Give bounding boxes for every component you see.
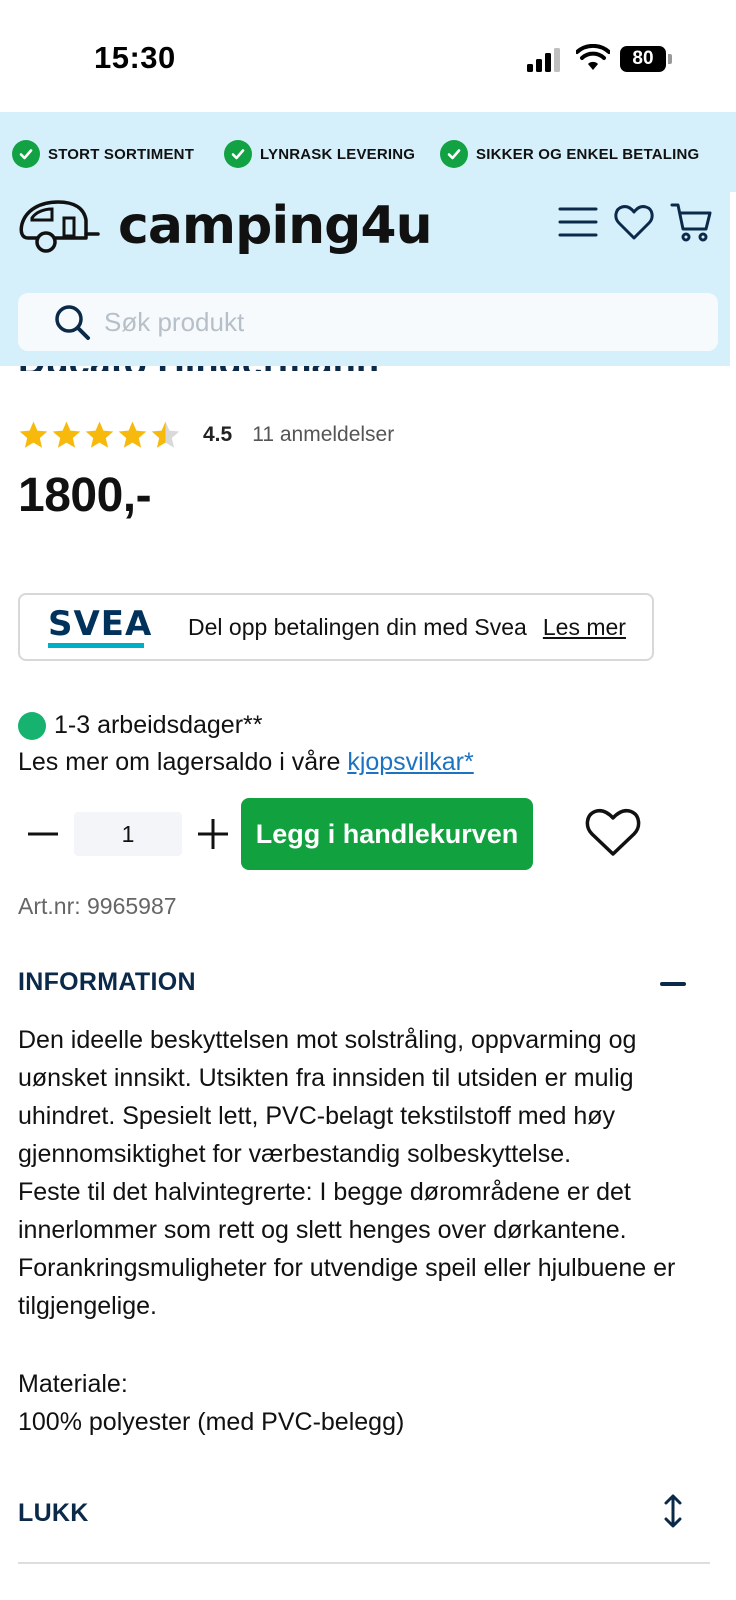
signal-icon [527,48,560,72]
rating-value: 4.5 [203,423,233,446]
usp-item: LYNRASK LEVERING [224,140,415,168]
material-info: Materiale: 100% polyester (med PVC-beleg… [18,1365,404,1441]
star-icon [151,421,180,448]
section-divider [18,1562,710,1564]
material-value: 100% polyester (med PVC-belegg) [18,1408,405,1436]
check-icon [440,140,468,168]
terms-text: Les mer om lagersaldo i våre [18,748,348,776]
close-section-button[interactable]: LUKK [18,1499,89,1528]
search-input[interactable] [104,306,664,338]
site-header: camping4u [0,192,730,366]
quantity-input[interactable] [74,812,182,856]
star-icon [118,421,147,448]
star-icon [19,421,48,448]
rating-count[interactable]: 11 anmeldelser [252,423,394,447]
article-number: Art.nr: 9965987 [18,893,177,919]
svea-logo: SVEA [48,607,151,648]
svea-read-more-link[interactable]: Les mer [543,614,626,641]
product-price: 1800,- [18,469,152,522]
rating-stars [18,420,181,450]
star-icon [85,421,114,448]
check-icon [12,140,40,168]
check-icon [224,140,252,168]
material-label: Materiale: [18,1370,128,1398]
terms-link[interactable]: kjopsvilkar* [347,748,473,776]
product-rating[interactable]: 4.5 11 anmeldelser [18,420,394,450]
usp-label: STORT SORTIMENT [48,145,195,163]
sort-arrows-icon[interactable] [662,1493,684,1529]
stock-indicator-icon [18,711,46,740]
description-paragraph: Feste til det halvintegrerte: I begge dø… [18,1178,676,1320]
site-logo[interactable]: camping4u [18,196,433,256]
plus-icon [198,819,228,849]
status-time: 15:30 [94,40,176,75]
stock-text: 1-3 arbeidsdager** [54,711,263,739]
star-icon [52,421,81,448]
search-bar[interactable] [18,293,718,351]
minus-icon [28,832,58,836]
usp-bar: STORT SORTIMENT LYNRASK LEVERING SIKKER … [0,112,736,192]
collapse-icon[interactable] [660,982,686,986]
usp-label: SIKKER OG ENKEL BETALING [476,145,700,163]
quantity-decrease-button[interactable] [26,816,60,852]
usp-item: STORT SORTIMENT [12,140,194,168]
battery-level: 80 [620,46,666,72]
svea-payment-banner: SVEA Del opp betalingen din med Svea Les… [18,593,654,661]
heart-icon[interactable] [612,200,656,244]
quantity-increase-button[interactable] [196,816,230,852]
caravan-logo-icon [19,200,100,253]
usp-item: SIKKER OG ENKEL BETALING [440,140,699,168]
description-paragraph: Den ideelle beskyttelsen mot solstråling… [18,1026,637,1168]
wifi-icon [576,44,610,70]
svea-text: Del opp betalingen din med Svea [188,613,527,640]
terms-info: Les mer om lagersaldo i våre kjopsvilkar… [18,748,474,777]
search-icon[interactable] [52,302,92,342]
stock-status: 1-3 arbeidsdager** [18,711,262,740]
battery-icon: 80 [620,46,672,72]
information-heading[interactable]: INFORMATION [18,968,196,997]
usp-label: LYNRASK LEVERING [260,145,416,163]
cart-icon[interactable] [670,200,714,244]
wishlist-heart-icon[interactable] [584,805,642,859]
logo-text: camping4u [118,196,433,256]
add-to-cart-button[interactable]: Legg i handlekurven [241,798,533,870]
product-description: Den ideelle beskyttelsen mot solstråling… [18,1021,718,1325]
menu-icon[interactable] [556,200,600,244]
status-bar: 15:30 80 [0,0,736,112]
